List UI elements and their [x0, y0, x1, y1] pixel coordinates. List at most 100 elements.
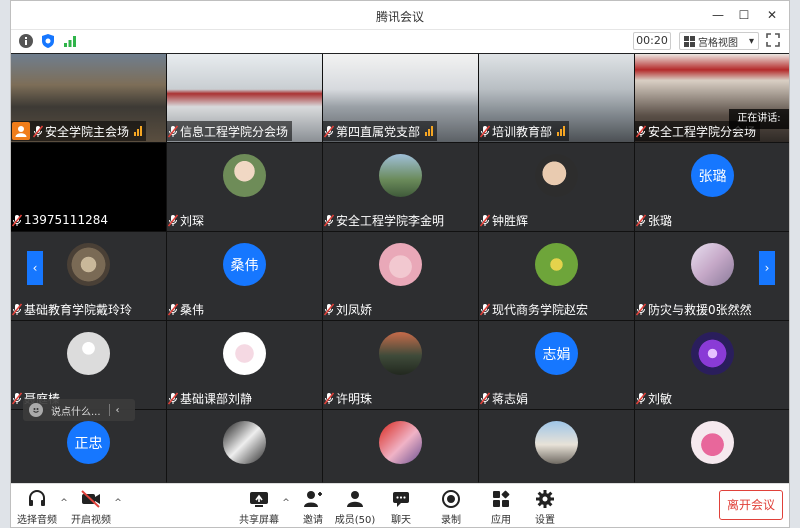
- apps-label: 应用: [491, 515, 511, 526]
- mic-muted-icon: [12, 391, 22, 405]
- network-signal-icon[interactable]: [61, 32, 79, 50]
- participant-tile[interactable]: 信息工程学院分会场: [167, 54, 322, 142]
- avatar: [223, 154, 266, 197]
- minimize-button[interactable]: —: [705, 5, 731, 25]
- participant-tile[interactable]: 张璐 张璐: [635, 143, 789, 231]
- participant-tile[interactable]: 安全工程学院李金明: [323, 143, 478, 231]
- mic-muted-icon: [636, 213, 646, 227]
- participant-name: 刘琛: [180, 213, 205, 228]
- participant-name: 培训教育部: [492, 124, 553, 139]
- chevron-down-icon: ▾: [749, 35, 755, 47]
- quick-chat-box[interactable]: 说点什么... ‹: [23, 399, 135, 421]
- security-shield-icon[interactable]: [39, 32, 57, 50]
- members-button[interactable]: 成员(50): [333, 486, 377, 527]
- share-options-caret[interactable]: ^: [281, 498, 291, 508]
- record-button[interactable]: 录制: [429, 486, 473, 527]
- participant-name: 桑伟: [180, 302, 205, 317]
- leave-meeting-button[interactable]: 离开会议: [719, 490, 783, 520]
- participant-tile[interactable]: 许明珠: [323, 321, 478, 409]
- participant-tile[interactable]: 志娟 蒋志娟: [479, 321, 634, 409]
- headset-icon: [25, 488, 49, 510]
- mic-muted-icon: [168, 124, 178, 138]
- participant-tile[interactable]: 刘凤娇: [323, 232, 478, 320]
- participant-tile[interactable]: 钟胜辉: [479, 143, 634, 231]
- avatar: [67, 243, 110, 286]
- participant-tile[interactable]: 刘敏: [635, 321, 789, 409]
- participant-name-plate: 13975111284: [11, 210, 112, 230]
- video-button[interactable]: 开启视频: [69, 486, 113, 527]
- participant-name-plate: 桑伟: [167, 299, 208, 319]
- chat-button[interactable]: 聊天: [379, 486, 423, 527]
- audio-label: 选择音频: [17, 515, 57, 526]
- close-button[interactable]: ✕: [759, 5, 785, 25]
- chat-input[interactable]: 说点什么...: [51, 403, 101, 418]
- avatar: [223, 332, 266, 375]
- participant-tile[interactable]: 安全学院主会场: [11, 54, 166, 142]
- video-options-caret[interactable]: ^: [113, 498, 123, 508]
- participant-name: 安全学院主会场: [45, 124, 130, 139]
- chat-bubble-icon: [389, 488, 413, 510]
- window-title: 腾讯会议: [375, 10, 424, 24]
- participant-tile[interactable]: 第四直属党支部: [323, 54, 478, 142]
- participant-name: 基础教育学院戴玲玲: [24, 302, 133, 317]
- avatar: 正忠: [67, 421, 110, 464]
- mic-muted-icon: [324, 302, 334, 316]
- participant-tile[interactable]: 培训教育部: [479, 54, 634, 142]
- participant-name: 张璐: [648, 213, 673, 228]
- participant-tile[interactable]: 聂庭榛: [11, 321, 166, 409]
- info-icon[interactable]: [17, 32, 35, 50]
- settings-button[interactable]: 设置: [523, 486, 567, 527]
- avatar: [691, 332, 734, 375]
- avatar: 志娟: [535, 332, 578, 375]
- invite-person-icon: [301, 488, 325, 510]
- avatar: [691, 421, 734, 464]
- participant-name: 第四直属党支部: [336, 124, 421, 139]
- participant-tile[interactable]: 刘琛: [167, 143, 322, 231]
- chat-collapse-icon[interactable]: ‹: [116, 405, 120, 416]
- participant-name-plate: 信息工程学院分会场: [167, 121, 293, 141]
- page-prev-button[interactable]: ‹: [27, 251, 43, 285]
- avatar: [379, 154, 422, 197]
- avatar: [379, 332, 422, 375]
- signal-strength-icon: [425, 126, 434, 136]
- participant-name: 刘敏: [648, 391, 673, 406]
- fullscreen-icon[interactable]: [765, 32, 783, 50]
- participant-name-plate: 钟胜辉: [479, 210, 532, 230]
- avatar: 张璐: [691, 154, 734, 197]
- record-icon: [439, 488, 463, 510]
- mic-muted-icon: [324, 391, 334, 405]
- mic-muted-icon: [324, 213, 334, 227]
- participant-tile[interactable]: 桑伟 桑伟: [167, 232, 322, 320]
- invite-button[interactable]: 邀请: [291, 486, 335, 527]
- signal-strength-icon: [134, 126, 143, 136]
- mic-muted-icon: [168, 391, 178, 405]
- page-next-button[interactable]: ›: [759, 251, 775, 285]
- participant-tile[interactable]: 现代商务学院赵宏: [479, 232, 634, 320]
- apps-button[interactable]: 应用: [479, 486, 523, 527]
- participant-name-plate: 蒋志娟: [479, 388, 532, 408]
- audio-options-caret[interactable]: ^: [59, 498, 69, 508]
- avatar: [223, 421, 266, 464]
- share-screen-button[interactable]: 共享屏幕: [237, 486, 281, 527]
- invite-label: 邀请: [303, 515, 323, 526]
- signal-strength-icon: [557, 126, 566, 136]
- meeting-window: 腾讯会议 — ☐ ✕ 00:20 宫格视图 ▾ 安全学院主会场 信息工程学院分会场…: [10, 0, 790, 528]
- participant-tile[interactable]: 13975111284: [11, 143, 166, 231]
- avatar: [691, 243, 734, 286]
- audio-button[interactable]: 选择音频: [15, 486, 59, 527]
- meeting-info-bar: 00:20 宫格视图 ▾: [11, 30, 789, 53]
- mic-muted-icon: [480, 213, 490, 227]
- mic-muted-icon: [480, 124, 490, 138]
- settings-label: 设置: [535, 515, 555, 526]
- participant-tile[interactable]: 基础课部刘静: [167, 321, 322, 409]
- maximize-button[interactable]: ☐: [731, 5, 757, 25]
- mic-muted-icon: [636, 391, 646, 405]
- participant-name-plate: 第四直属党支部: [323, 121, 438, 141]
- avatar: [379, 243, 422, 286]
- view-mode-button[interactable]: 宫格视图 ▾: [679, 32, 759, 50]
- share-screen-icon: [247, 488, 271, 510]
- participant-name: 基础课部刘静: [180, 391, 253, 406]
- participant-name-plate: 基础课部刘静: [167, 388, 256, 408]
- emoji-icon[interactable]: [29, 403, 43, 417]
- members-icon: [343, 488, 367, 510]
